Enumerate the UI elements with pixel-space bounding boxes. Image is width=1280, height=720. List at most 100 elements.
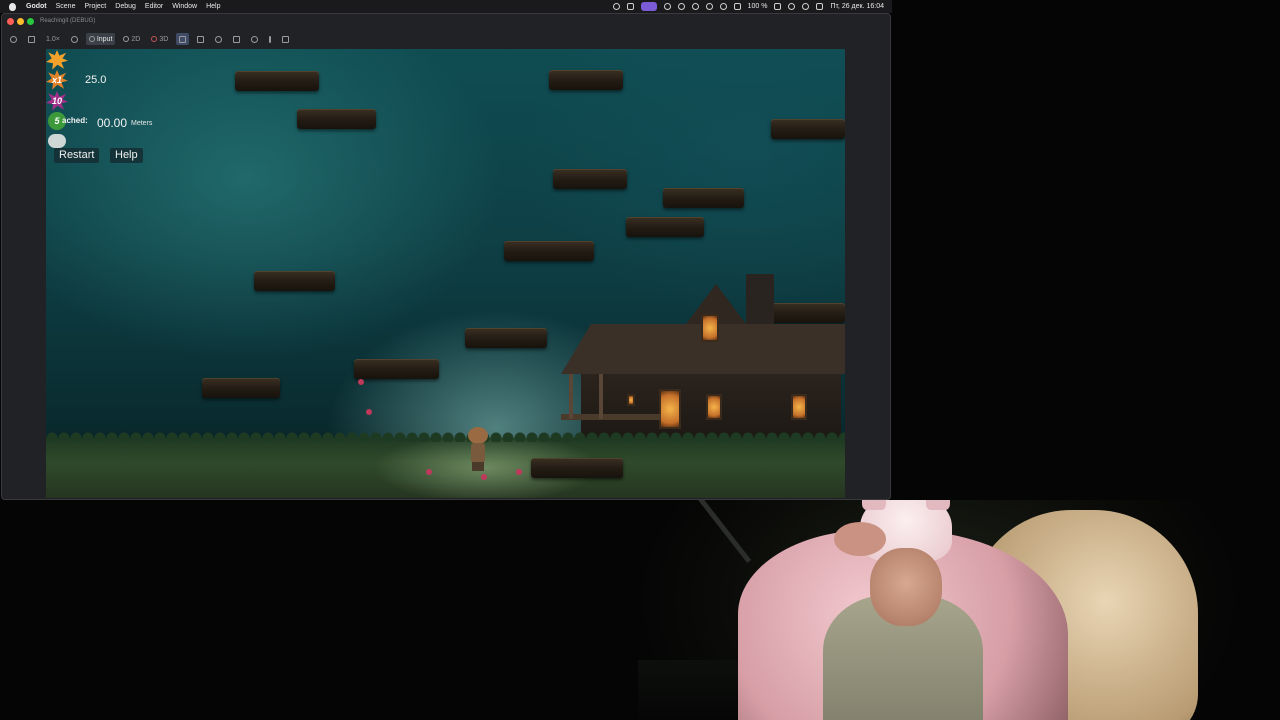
control-center-icon[interactable] <box>816 3 824 10</box>
house-door <box>659 389 681 429</box>
mode-3d-toggle[interactable]: 3D <box>148 33 171 45</box>
menu-project[interactable]: Project <box>84 3 106 10</box>
speaker-icon <box>233 35 241 43</box>
porch-post <box>569 374 573 419</box>
person-hand <box>834 522 886 556</box>
status-plus-icon[interactable] <box>663 3 671 10</box>
cabin-house <box>551 274 845 444</box>
platform <box>254 271 335 291</box>
status-clipboard-icon[interactable] <box>626 3 634 10</box>
reset-icon <box>70 35 78 43</box>
platform <box>235 71 319 91</box>
porch <box>561 414 661 420</box>
distance-value: 00.00 <box>97 116 128 130</box>
platform <box>771 119 845 139</box>
audio-mute-button[interactable] <box>230 33 243 45</box>
wifi-icon[interactable] <box>788 3 796 10</box>
platform <box>297 109 376 129</box>
menu-editor[interactable]: Editor <box>145 3 163 10</box>
window-title: Reachingit (DEBUG) <box>40 18 96 24</box>
2d-icon <box>123 36 130 42</box>
game-viewport[interactable]: x1 25.0 10 5 ached: 00.00 Meters Restart… <box>46 49 845 498</box>
flower <box>516 469 522 475</box>
input-toggle[interactable]: Input <box>85 33 116 45</box>
menu-godot[interactable]: Godot <box>26 3 47 10</box>
ground <box>46 430 845 498</box>
eye-icon <box>215 35 223 43</box>
input-label: Input <box>96 35 113 43</box>
maximize-window-button[interactable] <box>27 18 34 25</box>
house-window <box>706 394 722 420</box>
status-telegram-icon[interactable] <box>677 3 685 10</box>
time-scale-button[interactable]: 1.0× <box>43 33 63 45</box>
burst-purple-icon: 10 <box>46 91 68 111</box>
hud-score-value: 25.0 <box>85 74 107 86</box>
platform <box>549 70 623 90</box>
clock[interactable]: Пт, 26 дек. 16:04 <box>830 3 884 10</box>
flower <box>481 474 487 480</box>
list-mode-button[interactable] <box>194 33 207 45</box>
flower <box>366 409 372 415</box>
mode-2d-toggle[interactable]: 2D <box>120 33 143 45</box>
status-recording-icon[interactable] <box>640 2 657 11</box>
menu-window[interactable]: Window <box>172 3 197 10</box>
person-face <box>870 548 942 626</box>
visibility-button[interactable] <box>212 33 225 45</box>
house-window <box>701 314 719 342</box>
debug-toolbar: 1.0× Input 2D 3D <box>2 31 890 47</box>
menu-help[interactable]: Help <box>206 3 220 10</box>
status-area: 100 % Пт, 26 дек. 16:04 <box>612 0 884 13</box>
list-icon <box>197 35 205 43</box>
3d-icon <box>151 36 158 42</box>
hood-ear <box>862 500 886 510</box>
multiplier-badge-icon: x1 <box>46 70 68 90</box>
battery-percent: 100 % <box>747 3 768 10</box>
mode-2d-label: 2D <box>131 35 141 43</box>
status-headphones-icon[interactable] <box>719 3 727 10</box>
fullscreen-button[interactable] <box>279 33 292 45</box>
status-keyboard-layout-icon[interactable] <box>733 3 741 10</box>
flower <box>426 469 432 475</box>
platform <box>354 359 439 379</box>
menu-scene[interactable]: Scene <box>56 3 76 10</box>
status-timer-icon[interactable] <box>705 3 713 10</box>
player-character <box>466 427 490 471</box>
kebab-menu-icon <box>269 35 272 43</box>
pointer-icon <box>10 35 17 43</box>
step-icon <box>28 35 35 43</box>
input-icon <box>88 36 95 42</box>
remote-tree-button[interactable] <box>7 33 20 45</box>
player-head <box>468 427 488 444</box>
select-arrow-icon <box>179 35 187 43</box>
hood-ear <box>926 500 950 510</box>
help-button[interactable]: Help <box>110 148 143 163</box>
apple-icon[interactable] <box>9 2 16 11</box>
platform <box>531 458 623 478</box>
player-legs <box>472 462 484 471</box>
status-app-icon[interactable] <box>612 3 620 10</box>
menu-debug[interactable]: Debug <box>115 3 136 10</box>
macos-menu-bar: Godot Scene Project Debug Editor Window … <box>0 0 892 13</box>
step-frame-button[interactable] <box>25 33 38 45</box>
restart-button[interactable]: Restart <box>54 148 100 163</box>
platform <box>626 217 704 237</box>
webcam-feed <box>638 500 1280 720</box>
status-bluetooth-icon[interactable] <box>691 3 699 10</box>
mode-3d-label: 3D <box>159 35 169 43</box>
reached-label: ached: <box>62 116 88 125</box>
minimize-window-button[interactable] <box>17 18 24 25</box>
porch-post <box>599 374 603 419</box>
platform <box>663 188 744 208</box>
select-mode-button[interactable] <box>176 33 190 45</box>
camera-override-button[interactable] <box>248 33 261 45</box>
search-icon[interactable] <box>802 3 810 10</box>
close-window-button[interactable] <box>7 18 14 25</box>
flower <box>358 379 364 385</box>
reset-time-button[interactable] <box>68 33 81 45</box>
camera-icon <box>251 35 259 43</box>
player-body <box>471 443 485 463</box>
battery-icon[interactable] <box>774 3 782 10</box>
microphone-arm <box>698 500 752 564</box>
more-options-button[interactable] <box>266 33 274 45</box>
porch-lamp <box>627 394 635 406</box>
